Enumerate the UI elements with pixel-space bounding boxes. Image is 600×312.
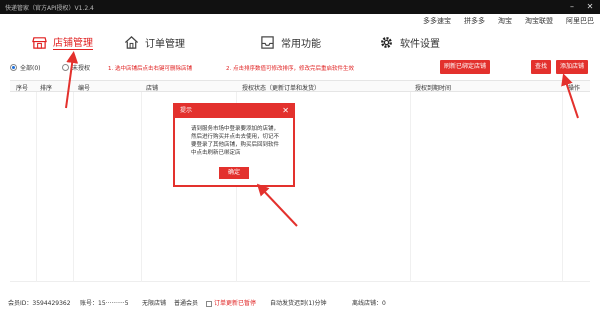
dialog-title: 提示: [180, 107, 193, 114]
hint-delete-shop: 1. 选中店铺后点击右键可删除店铺: [108, 66, 192, 72]
tab-software-settings[interactable]: 软件设置: [379, 32, 440, 52]
column-header: 授权状态（更新订单和发货）: [242, 85, 321, 92]
minimize-button[interactable]: –: [566, 0, 578, 14]
link-duoduo-subao[interactable]: 多多速宝: [423, 16, 451, 26]
column-divider: [141, 92, 142, 282]
dialog-message: 请到服务市场中登录要添加的店铺，然后进行购买并点击去使用，切记不要登录了其他店铺…: [191, 126, 280, 156]
column-divider: [73, 92, 74, 282]
dialog-ok-button[interactable]: 确定: [219, 167, 249, 179]
link-taobao[interactable]: 淘宝: [498, 16, 512, 26]
toolbar: 全部(0) 未授权 1. 选中店铺后点击右键可删除店铺 2. 点击排序数值可修改…: [0, 58, 600, 78]
tab-order-management-label: 订单管理: [145, 38, 185, 50]
link-pinduoduo[interactable]: 拼多多: [464, 16, 485, 26]
column-header: 编号: [78, 85, 91, 92]
title-bar: 快递管家（官方API授权）V1.2.4 – ✕: [0, 0, 600, 14]
member-level: 普通会员: [174, 300, 199, 307]
tab-software-settings-label: 软件设置: [400, 38, 440, 50]
shop-table-body: [10, 92, 590, 282]
tab-shop-management-label: 店铺管理: [53, 34, 93, 50]
search-button[interactable]: 查找: [531, 60, 551, 74]
tab-common-functions[interactable]: 常用功能: [260, 32, 321, 52]
tip-dialog: 提示 ✕ 请到服务市场中登录要添加的店铺，然后进行购买并点击去使用，切记不要登录…: [173, 103, 295, 187]
shop-limit: 无限店铺: [142, 300, 167, 307]
radio-dot: [10, 64, 17, 71]
radio-all[interactable]: 全部(0): [10, 63, 41, 72]
add-shop-button[interactable]: 添加店铺: [556, 60, 588, 74]
column-header: 序号: [16, 85, 29, 92]
table-header: 序号 排序 编号 店铺 授权状态（更新订单和发货） 授权到期时间 操作: [10, 80, 590, 92]
column-header[interactable]: 排序: [40, 83, 52, 92]
radio-unauthorized-label: 未授权: [72, 65, 91, 72]
column-header: 操作: [568, 85, 581, 92]
inbox-icon: [261, 35, 274, 49]
link-taobao-lianmeng[interactable]: 淘宝联盟: [525, 16, 553, 26]
offline-shops: 离线店铺：0: [352, 300, 386, 307]
dialog-header: 提示 ✕: [175, 105, 293, 118]
platform-links: 多多速宝 拼多多 淘宝 淘宝联盟 阿里巴巴: [410, 16, 594, 26]
close-button[interactable]: ✕: [584, 0, 596, 14]
column-divider: [36, 92, 37, 282]
link-alibaba[interactable]: 阿里巴巴: [566, 16, 594, 26]
tab-shop-management[interactable]: 店铺管理: [32, 32, 93, 52]
tab-order-management[interactable]: 订单管理: [124, 32, 185, 52]
dialog-close-icon[interactable]: ✕: [282, 105, 289, 117]
order-update-label: 订单更新已暂停: [214, 300, 257, 307]
auto-send-delay: 自动发货迟到(1)分钟: [270, 300, 327, 307]
tab-common-functions-label: 常用功能: [281, 38, 321, 50]
radio-dot: [62, 64, 69, 71]
radio-unauthorized[interactable]: 未授权: [62, 63, 90, 72]
member-id: 会员ID：3594429362: [8, 300, 71, 307]
checkbox[interactable]: [206, 300, 212, 307]
radio-all-label: 全部(0): [20, 65, 41, 72]
main-nav: 店铺管理 订单管理 常用功能 软件设置: [0, 26, 600, 56]
column-header: 店铺: [146, 85, 159, 92]
window-title: 快递管家（官方API授权）V1.2.4: [5, 5, 94, 12]
order-update-toggle[interactable]: 订单更新已暂停: [206, 298, 256, 307]
home-icon: [124, 35, 139, 49]
column-divider: [410, 92, 411, 282]
account: 账号：15··········5: [80, 300, 129, 307]
hint-sort-order: 2. 点击排序数值可修改排序，修改完后重启软件生效: [226, 66, 354, 72]
gear-icon: [381, 36, 392, 48]
column-header: 授权到期时间: [415, 85, 452, 92]
store-icon: [32, 36, 47, 49]
status-bar: 会员ID：3594429362 账号：15··········5 无限店铺 普通…: [0, 296, 600, 310]
column-divider: [562, 92, 563, 282]
refresh-bound-shops-button[interactable]: 刷新已绑定店铺: [440, 60, 490, 74]
